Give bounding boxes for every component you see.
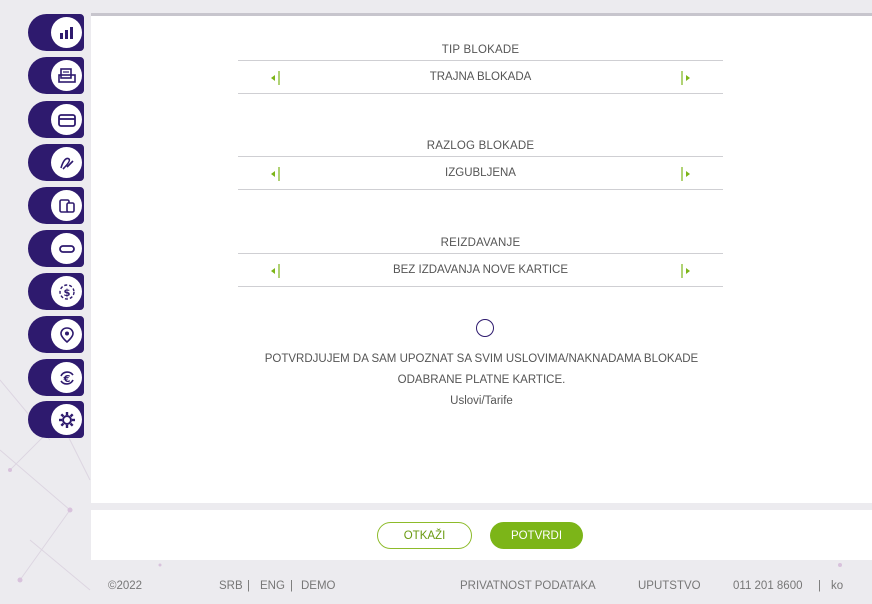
confirm-radio[interactable] [476, 319, 494, 337]
sidebar-item-statements[interactable] [28, 57, 84, 94]
chevron-right-icon[interactable] [675, 165, 693, 183]
chevron-left-icon[interactable] [268, 69, 286, 87]
footer-separator: | [818, 580, 821, 592]
block-reason-section: RAZLOG BLOKADE IZGUBLJENA [238, 138, 723, 190]
confirm-line-1: POTVRDJUJEM DA SAM UPOZNAT SA SVIM USLOV… [264, 353, 699, 365]
guide-link[interactable]: UPUTSTVO [638, 580, 701, 592]
action-bar: OTKAŽI POTVRDI [91, 510, 872, 560]
demo-link[interactable]: DEMO [301, 580, 336, 592]
sidebar-item-settings[interactable] [28, 401, 84, 438]
block-reason-selector: IZGUBLJENA [238, 156, 723, 190]
block-type-value: TRAJNA BLOKADA [429, 71, 532, 83]
footer-separator: | [247, 580, 250, 592]
phone-number: 011 201 8600 [733, 580, 803, 592]
sidebar-item-locations[interactable] [28, 316, 84, 353]
privacy-link[interactable]: PRIVATNOST PODATAKA [460, 580, 596, 592]
sidebar-item-card-slim[interactable] [28, 230, 84, 267]
lang-srb-link[interactable]: SRB [219, 580, 243, 592]
block-card-form: TIP BLOKADE TRAJNA BLOKADA RAZLOG BLOKAD… [91, 13, 872, 503]
sidebar-item-devices[interactable] [28, 187, 84, 224]
sidebar-item-sign[interactable] [28, 144, 84, 181]
block-type-title: TIP BLOKADE [441, 44, 520, 56]
chevron-left-icon[interactable] [268, 165, 286, 183]
svg-text:€: € [62, 374, 70, 385]
footer-separator: | [290, 580, 293, 592]
devices-icon [58, 198, 75, 213]
reissue-section: REIZDAVANJE BEZ IZDAVANJA NOVE KARTICE [238, 235, 723, 287]
sidebar-item-exchange[interactable]: € [28, 359, 84, 396]
printer-icon [57, 67, 76, 83]
reissue-title: REIZDAVANJE [440, 237, 521, 249]
sidebar-item-payments[interactable]: $ [28, 273, 84, 310]
block-reason-value: IZGUBLJENA [445, 167, 516, 179]
chevron-right-icon[interactable] [675, 69, 693, 87]
svg-text:$: $ [63, 288, 70, 299]
chevron-left-icon[interactable] [268, 262, 286, 280]
copyright: ©2022 [108, 580, 143, 592]
block-type-selector: TRAJNA BLOKADA [238, 60, 723, 94]
block-type-section: TIP BLOKADE TRAJNA BLOKADA [238, 42, 723, 94]
reissue-selector: BEZ IZDAVANJA NOVE KARTICE [238, 253, 723, 287]
footer: ©2022 SRB | ENG | DEMO PRIVATNOST PODATA… [91, 568, 872, 604]
chart-icon [59, 26, 73, 39]
terms-link[interactable]: Uslovi/Tarife [151, 391, 812, 412]
reissue-value: BEZ IZDAVANJA NOVE KARTICE [392, 264, 569, 276]
location-icon [59, 326, 74, 343]
confirm-text: POTVRDJUJEM DA SAM UPOZNAT SA SVIM USLOV… [151, 349, 812, 412]
card-slim-icon [58, 244, 75, 253]
lang-eng-link[interactable]: ENG [260, 580, 285, 592]
gear-icon [58, 411, 75, 428]
euro-exchange-icon: € [59, 370, 74, 385]
dollar-exchange-icon: $ [58, 283, 75, 300]
block-reason-title: RAZLOG BLOKADE [426, 140, 535, 152]
contact-link[interactable]: ko [831, 580, 843, 592]
cancel-button[interactable]: OTKAŽI [377, 522, 472, 549]
chevron-right-icon[interactable] [675, 262, 693, 280]
sidebar-item-cards[interactable] [28, 101, 84, 138]
confirm-line-2: ODABRANE PLATNE KARTICE. [397, 374, 566, 386]
sidebar-item-accounts[interactable] [28, 14, 84, 51]
signature-icon [59, 157, 74, 170]
card-icon [57, 113, 76, 127]
confirm-button[interactable]: POTVRDI [490, 522, 583, 549]
